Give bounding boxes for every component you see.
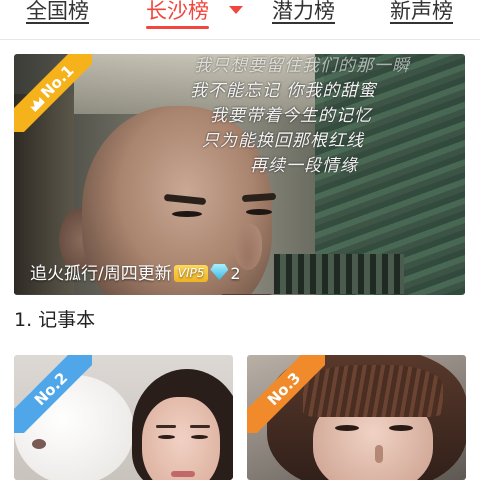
featured-card[interactable]: 我只想要留住我们的那一瞬 我不能忘记 你我的甜蜜 我要带着今生的记忆 只为能换回…	[14, 54, 465, 295]
featured-caption: 追火孤行/周四更新 VIP5 2	[30, 259, 241, 284]
poem-line: 我要带着今生的记忆	[210, 106, 372, 126]
crown-icon	[28, 95, 45, 112]
teddy-bear-nose	[32, 439, 46, 449]
tab-divider	[272, 22, 335, 24]
caption-text: 追火孤行/周四更新	[30, 264, 172, 284]
ranking-tab-bar: 全国榜 长沙榜 潜力榜 新声榜	[0, 0, 480, 40]
person-eye	[246, 209, 272, 215]
tab-divider	[26, 22, 89, 24]
person-eye	[389, 425, 413, 431]
person-brow	[190, 425, 210, 428]
tab-changsha[interactable]: 长沙榜	[146, 0, 209, 32]
person-eye	[172, 211, 202, 217]
rank-badge-1: No.1	[14, 54, 92, 132]
active-tab-indicator	[146, 26, 209, 29]
dropdown-caret-icon[interactable]	[229, 6, 243, 14]
poem-line: 我不能忘记 你我的甜蜜	[190, 81, 377, 101]
tab-label: 长沙榜	[146, 0, 209, 23]
rank-card-3[interactable]: No.3	[247, 355, 466, 480]
person-eye	[335, 425, 359, 431]
rank-badge-label: No.1	[37, 61, 78, 102]
tab-divider	[390, 22, 453, 24]
person-brow	[156, 425, 176, 428]
person-lips	[171, 471, 195, 477]
rank-badge-3: No.3	[247, 355, 325, 433]
tab-national[interactable]: 全国榜	[26, 0, 89, 32]
tab-potential[interactable]: 潜力榜	[272, 0, 335, 32]
person-eye	[158, 435, 175, 439]
person-face	[142, 397, 220, 480]
rank-badge-2: No.2	[14, 355, 92, 433]
vip-badge: VIP5	[173, 265, 209, 282]
person-nose	[375, 445, 383, 463]
diamond-icon	[210, 264, 229, 280]
rank-item-title[interactable]: 1. 记事本	[14, 305, 95, 332]
person-eye	[191, 435, 208, 439]
person-mouth	[219, 294, 274, 295]
rank-ribbon: No.1	[14, 54, 92, 132]
background-rail	[274, 254, 404, 294]
rank-badge-label: No.2	[14, 355, 92, 433]
poem-line: 再续一段情缘	[250, 156, 358, 176]
rank-badge-label: No.3	[247, 355, 325, 433]
rank-card-2[interactable]: No.2	[14, 355, 233, 480]
poem-line: 只为能换回那根红线	[202, 131, 364, 151]
poem-line: 我只想要留住我们的那一瞬	[194, 56, 410, 76]
overlay-poem: 我只想要留住我们的那一瞬 我不能忘记 你我的甜蜜 我要带着今生的记忆 只为能换回…	[182, 54, 465, 179]
tab-new-voice[interactable]: 新声榜	[390, 0, 453, 32]
diamond-count: 2	[230, 264, 241, 283]
